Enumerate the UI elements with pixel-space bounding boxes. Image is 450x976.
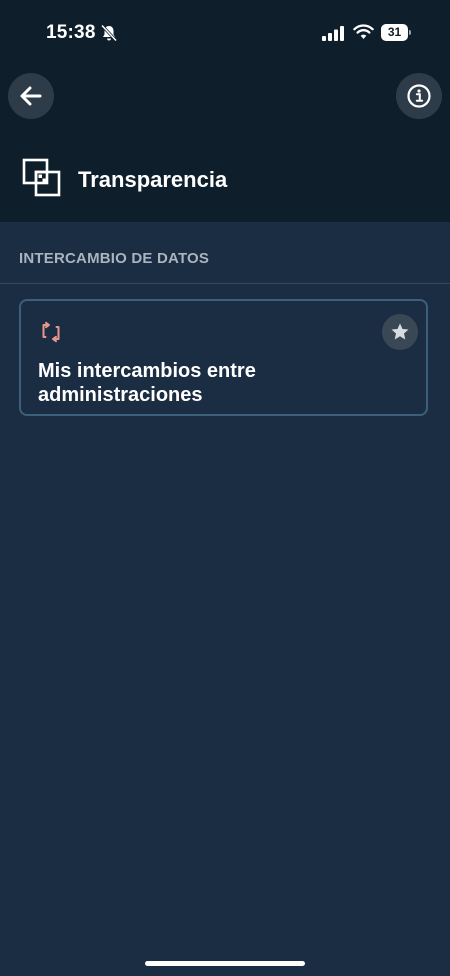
favorite-button[interactable]: [382, 314, 418, 350]
arrow-left-icon: [20, 86, 42, 106]
bell-muted-icon: [100, 24, 118, 42]
info-icon: [407, 84, 431, 108]
signal-icon: [322, 26, 344, 41]
battery-indicator: 31: [381, 24, 411, 41]
status-time: 15:38: [46, 22, 96, 43]
info-button[interactable]: [396, 73, 442, 119]
page-title: Transparencia: [78, 167, 228, 192]
transparency-squares-icon: [22, 158, 61, 197]
section-header: INTERCAMBIO DE DATOS: [19, 250, 210, 267]
exchange-arrows-icon: [42, 321, 60, 343]
home-indicator[interactable]: [145, 961, 305, 966]
exchange-card[interactable]: Mis intercambios entre administraciones: [19, 299, 428, 416]
star-icon: [391, 323, 409, 340]
wifi-icon: [353, 24, 374, 39]
section-divider: [0, 283, 450, 284]
battery-level: 31: [381, 24, 408, 41]
back-button[interactable]: [8, 73, 54, 119]
status-bar: 15:38 31: [0, 0, 450, 66]
battery-tip: [409, 30, 411, 35]
card-title: Mis intercambios entre administraciones: [38, 360, 256, 406]
